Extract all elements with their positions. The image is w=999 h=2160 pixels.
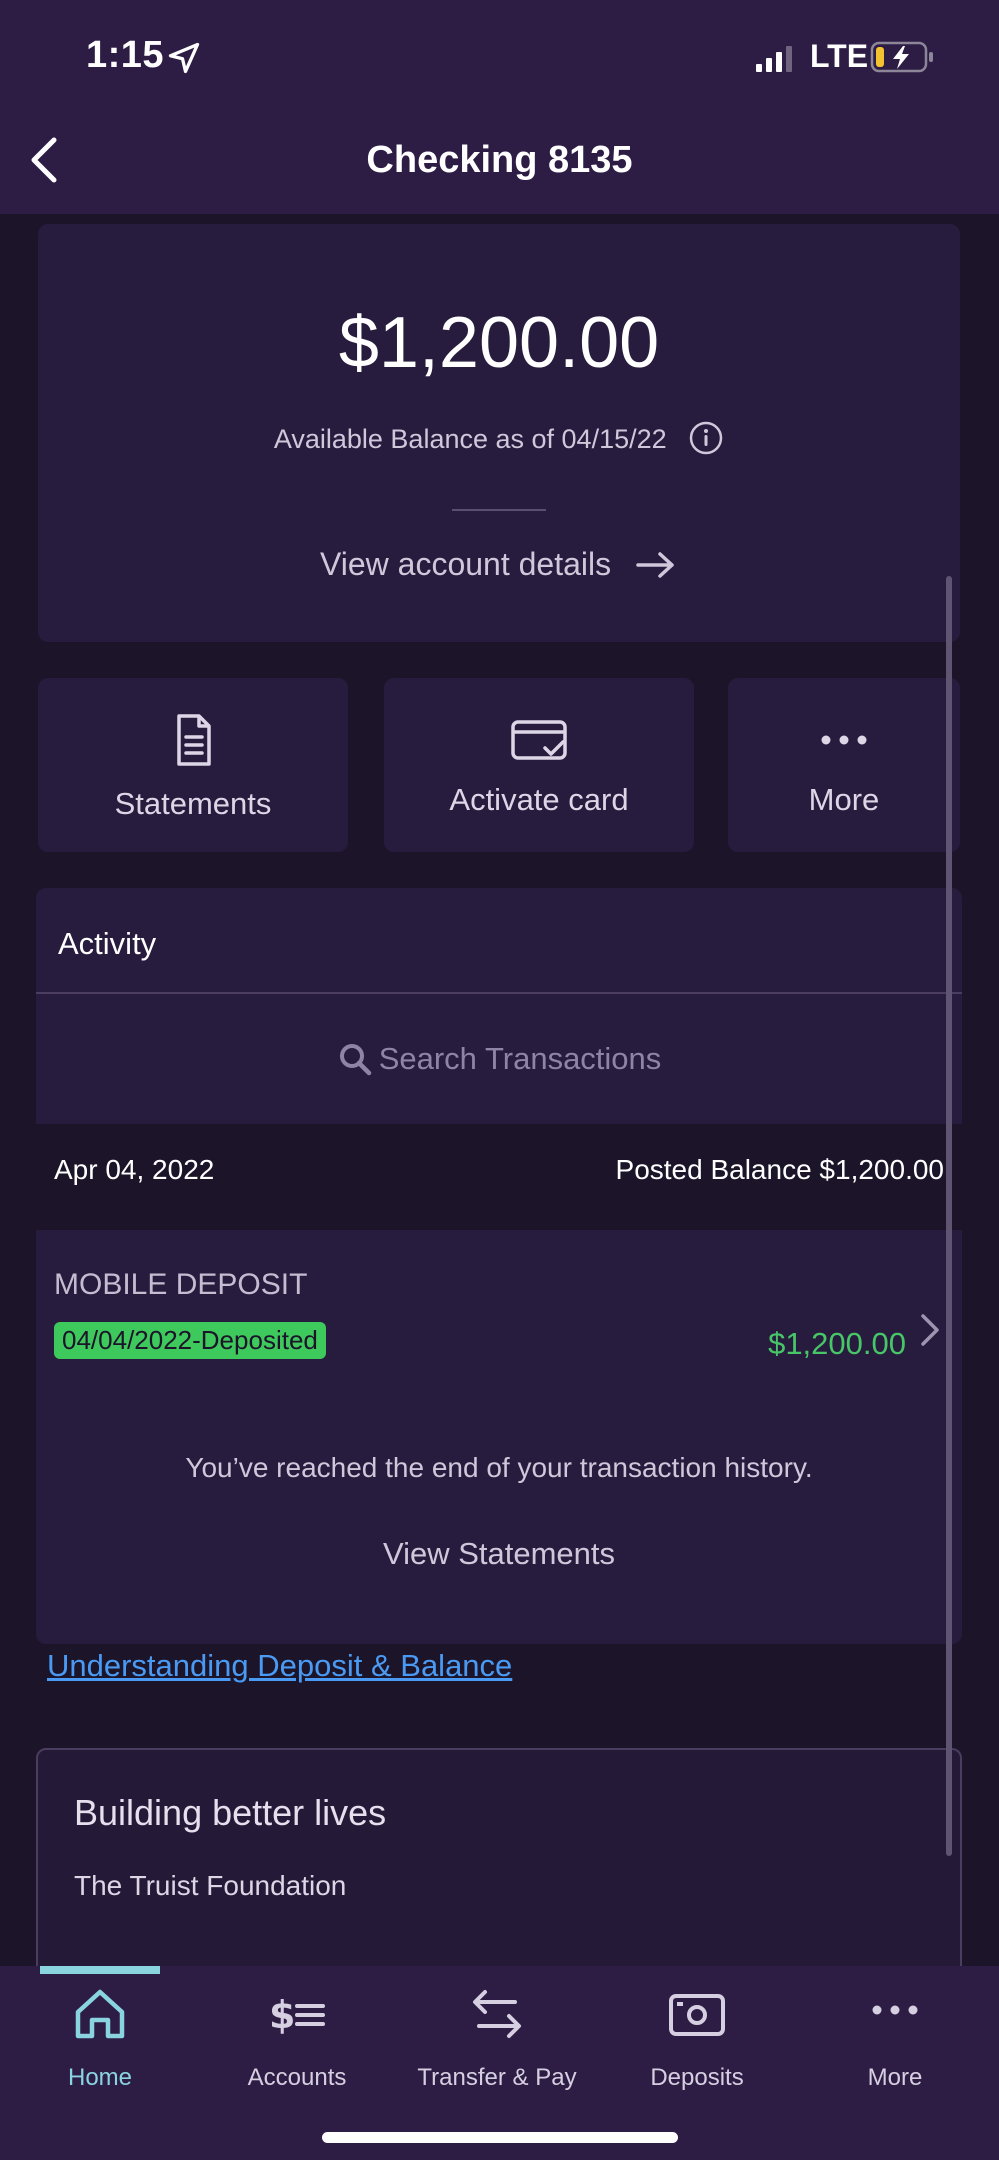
promo-card[interactable]: Building better lives The Truist Foundat… bbox=[36, 1748, 962, 1966]
tab-transfer-pay-label: Transfer & Pay bbox=[417, 2064, 577, 2091]
search-placeholder: Search Transactions bbox=[378, 1041, 662, 1076]
posted-balance: Posted Balance $1,200.00 bbox=[615, 1154, 944, 1185]
more-actions-button[interactable]: More bbox=[728, 678, 960, 852]
tab-accounts-label: Accounts bbox=[247, 2064, 347, 2091]
svg-text:$: $ bbox=[269, 1993, 295, 2037]
view-account-details-link[interactable]: View account details bbox=[38, 546, 960, 583]
info-icon[interactable] bbox=[688, 420, 724, 456]
promo-title: Building better lives bbox=[74, 1792, 387, 1833]
activity-title: Activity bbox=[58, 926, 157, 961]
camera-icon bbox=[669, 1994, 725, 2036]
understanding-deposit-link[interactable]: Understanding Deposit & Balance bbox=[47, 1648, 512, 1684]
location-arrow-icon bbox=[168, 42, 200, 74]
chevron-right-icon bbox=[921, 1314, 939, 1346]
transaction-name: MOBILE DEPOSIT bbox=[54, 1268, 308, 1301]
card-check-icon bbox=[511, 720, 567, 760]
status-time: 1:15 bbox=[86, 34, 165, 76]
balance-divider bbox=[452, 509, 546, 511]
transaction-date: Apr 04, 2022 bbox=[54, 1154, 215, 1185]
arrow-right-icon bbox=[636, 551, 674, 578]
tab-more-label: More bbox=[867, 2064, 923, 2091]
home-indicator bbox=[322, 2132, 678, 2143]
tab-home-label: Home bbox=[67, 2064, 133, 2091]
available-balance-amount: $1,200.00 bbox=[338, 303, 660, 383]
balance-date-label: Available Balance as of 04/15/22 bbox=[273, 424, 667, 454]
tab-deposits-label: Deposits bbox=[650, 2064, 744, 2091]
promo-subtitle: The Truist Foundation bbox=[74, 1870, 347, 1901]
transaction-amount: $1,200.00 bbox=[768, 1326, 906, 1361]
transaction-list: MOBILE DEPOSIT 04/04/2022-Deposited $1,2… bbox=[36, 1230, 962, 1644]
tab-transfer-pay[interactable]: Transfer & Pay bbox=[397, 1966, 597, 2106]
transfer-icon bbox=[473, 1990, 521, 2038]
tab-deposits[interactable]: Deposits bbox=[597, 1966, 797, 2106]
scrollbar[interactable] bbox=[946, 576, 952, 1856]
tab-accounts[interactable]: $ Accounts bbox=[197, 1966, 397, 2106]
balance-card: $1,200.00 Available Balance as of 04/15/… bbox=[38, 224, 960, 642]
transaction-status-badge: 04/04/2022-Deposited bbox=[54, 1322, 326, 1359]
end-of-history-message: You’ve reached the end of your transacti… bbox=[185, 1452, 813, 1483]
page-title: Checking 8135 bbox=[366, 139, 633, 181]
bottom-tab-bar: Home $ Accounts Transfer & Pay Deposits … bbox=[0, 1966, 999, 2160]
activate-card-label: Activate card bbox=[449, 782, 629, 817]
document-icon bbox=[177, 714, 211, 766]
ellipsis-icon bbox=[821, 735, 867, 745]
activate-card-button[interactable]: Activate card bbox=[384, 678, 694, 852]
view-account-details-label: View account details bbox=[319, 546, 612, 582]
ellipsis-icon bbox=[872, 2005, 918, 2015]
tab-home[interactable]: Home bbox=[0, 1966, 200, 2106]
network-type: LTE bbox=[810, 38, 869, 74]
search-icon bbox=[339, 1044, 371, 1076]
signal-icon bbox=[756, 46, 792, 72]
statements-label: Statements bbox=[114, 786, 272, 821]
statements-button[interactable]: Statements bbox=[38, 678, 348, 852]
account-content[interactable]: $1,200.00 Available Balance as of 04/15/… bbox=[0, 214, 999, 1966]
available-balance-label: Available Balance as of 04/15/22 bbox=[38, 421, 960, 456]
transaction-row[interactable]: MOBILE DEPOSIT 04/04/2022-Deposited $1,2… bbox=[36, 1230, 962, 1390]
activity-section: Activity Search Transactions bbox=[36, 888, 962, 1124]
battery-charging-icon bbox=[870, 41, 933, 73]
view-statements-link[interactable]: View Statements bbox=[36, 1536, 962, 1572]
search-transactions-input[interactable]: Search Transactions bbox=[36, 994, 962, 1124]
more-actions-label: More bbox=[808, 782, 880, 817]
app-header: 1:15 LTE Checking 8135 bbox=[0, 0, 999, 214]
accounts-icon: $ bbox=[269, 1993, 325, 2037]
tab-more[interactable]: More bbox=[795, 1966, 995, 2106]
home-icon bbox=[75, 1989, 125, 2039]
